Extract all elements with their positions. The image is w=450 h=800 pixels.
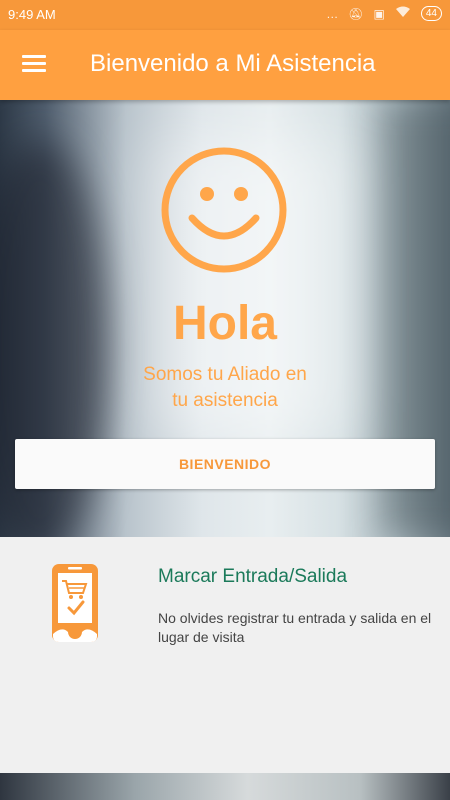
sim-icon: ▣ xyxy=(373,6,385,21)
status-time: 9:49 AM xyxy=(8,7,56,22)
status-icons: … 🔕︎ ▣ 44 xyxy=(326,6,442,21)
card-title: Marcar Entrada/Salida xyxy=(158,566,348,587)
card-description: No olvides registrar tu entrada y salida… xyxy=(158,610,432,645)
hero-section: Hola Somos tu Aliado en tu asistencia BI… xyxy=(0,100,450,537)
wifi-icon xyxy=(395,6,411,21)
hamburger-menu-icon[interactable] xyxy=(22,54,48,76)
background-strip xyxy=(0,773,450,800)
smiley-icon xyxy=(161,147,287,273)
dots-icon: … xyxy=(326,6,339,21)
greeting-heading: Hola xyxy=(172,297,277,350)
welcome-button[interactable]: BIENVENIDO xyxy=(15,439,435,489)
status-bar: 9:49 AM … 🔕︎ ▣ 44 xyxy=(0,0,450,30)
battery-icon: 44 xyxy=(420,6,442,21)
app-bar: Bienvenido a Mi Asistencia xyxy=(0,30,450,100)
greeting-subtitle: Somos tu Aliado en tu asistencia xyxy=(100,362,350,414)
subtitle-line-1: Somos tu Aliado en xyxy=(143,364,307,385)
mute-icon: 🔕︎ xyxy=(348,6,364,21)
check-in-card[interactable]: Marcar Entrada/Salida No olvides registr… xyxy=(0,537,450,773)
phone-cart-icon xyxy=(52,564,98,642)
subtitle-line-2: tu asistencia xyxy=(172,390,278,411)
app-title: Bienvenido a Mi Asistencia xyxy=(90,50,376,77)
